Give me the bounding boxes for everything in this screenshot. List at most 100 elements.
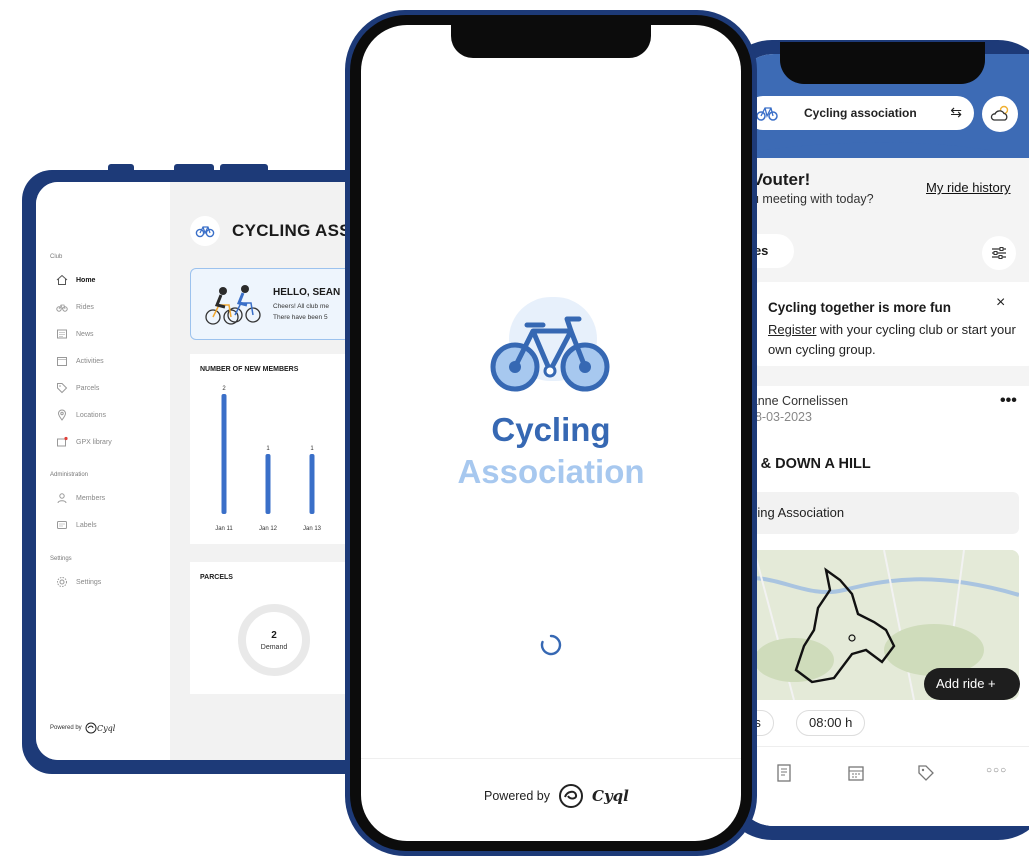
bike-icon xyxy=(195,226,215,238)
more-tab-icon[interactable]: ○○○ xyxy=(986,765,1007,776)
greeting-subtitle: u meeting with today? xyxy=(752,192,874,206)
tag-icon xyxy=(57,383,68,394)
close-icon[interactable]: × xyxy=(996,294,1005,312)
cyql-brand: Cyql xyxy=(592,787,629,805)
cyclists-illustration xyxy=(205,285,261,325)
chart-data-label: 2 xyxy=(222,386,226,392)
sidebar-section-club: Club xyxy=(50,254,63,260)
bottom-tab-bar: ○○○ xyxy=(734,746,1029,826)
gear-icon xyxy=(57,577,67,587)
admin-screen: Club Home Rides News Activities Parcels xyxy=(36,182,376,760)
splash-screen: Cycling Association Powered by Cyql xyxy=(361,25,741,841)
ride-title: L & DOWN A HILL xyxy=(748,456,871,472)
parcels-donut: 2 Demand xyxy=(238,604,310,676)
chart-data-label: 1 xyxy=(310,446,314,452)
sidebar-item-gpx-library[interactable]: GPX library xyxy=(56,436,112,448)
label-icon xyxy=(57,521,67,529)
powered-by: Powered by Cyql xyxy=(484,783,629,809)
sidebar-item-parcels[interactable]: Parcels xyxy=(56,382,99,394)
weather-icon xyxy=(990,105,1009,121)
news-tab-icon[interactable] xyxy=(774,763,794,783)
ride-card[interactable]: ianne Cornelissen 28-03-2023 ••• L & DOW… xyxy=(734,386,1029,766)
club-switcher[interactable]: Cycling association ⇆ xyxy=(746,96,974,130)
calendar-icon xyxy=(57,357,67,366)
chart-tick-label: Jan 11 xyxy=(215,526,233,532)
sidebar-item-label: Parcels xyxy=(76,384,100,392)
bike-logo-icon xyxy=(490,316,610,392)
svg-text:Cyql: Cyql xyxy=(97,724,115,733)
bike-icon xyxy=(56,304,68,312)
welcome-text-line: There have been 5 xyxy=(273,314,328,321)
user-icon xyxy=(57,493,67,504)
sidebar-item-label: GPX library xyxy=(76,438,112,446)
sidebar-item-label: Labels xyxy=(76,521,97,529)
sidebar-item-label: Rides xyxy=(76,303,94,311)
gpx-icon xyxy=(57,436,68,447)
chart-tick-label: Jan 12 xyxy=(259,526,278,532)
ride-club: cling Association xyxy=(734,492,1019,534)
ride-history-link[interactable]: My ride history xyxy=(926,180,1011,195)
promo-card: Cycling together is more fun Register wi… xyxy=(754,282,1029,366)
ride-date: 28-03-2023 xyxy=(748,410,812,424)
phone-notch xyxy=(780,42,985,84)
sidebar-item-home[interactable]: Home xyxy=(56,274,95,286)
sidebar-item-rides[interactable]: Rides xyxy=(56,301,94,313)
parcels-tab-icon[interactable] xyxy=(916,763,936,783)
welcome-text-line: Cheers! All club me xyxy=(273,303,329,310)
more-options-icon[interactable]: ••• xyxy=(1000,392,1017,410)
chart-tick-label: Jan 13 xyxy=(303,526,322,532)
cyql-logo-icon xyxy=(559,784,584,808)
swap-icon[interactable]: ⇆ xyxy=(950,104,962,121)
powered-by-label: Powered by xyxy=(484,789,551,803)
app-title-line2: Association xyxy=(457,453,645,490)
sidebar-item-labels[interactable]: Labels xyxy=(56,519,97,531)
promo-title: Cycling together is more fun xyxy=(768,300,952,315)
add-ride-button[interactable]: Add ride + xyxy=(924,668,1020,700)
sidebar-section-admin: Administration xyxy=(50,472,89,478)
sidebar-item-activities[interactable]: Activities xyxy=(56,355,104,367)
bike-icon xyxy=(756,107,778,121)
sidebar-item-label: News xyxy=(76,330,94,338)
welcome-title: HELLO, SEAN xyxy=(273,287,341,298)
splash-footer: Powered by Cyql xyxy=(361,758,741,841)
register-link[interactable]: Register xyxy=(768,322,816,337)
rider-name: ianne Cornelissen xyxy=(748,394,849,408)
chart-bar xyxy=(221,394,227,514)
home-icon xyxy=(56,274,68,285)
sidebar-section-settings: Settings xyxy=(50,556,72,562)
sidebar-item-label: Members xyxy=(76,494,106,502)
parcels-title: PARCELS xyxy=(200,574,233,581)
page-title: CYCLING ASS xyxy=(232,221,351,240)
app-title-line1: Cycling xyxy=(491,411,611,448)
chart-data-label: 1 xyxy=(266,446,270,452)
club-logo xyxy=(190,216,220,246)
sidebar-item-locations[interactable]: Locations xyxy=(56,409,106,421)
promo-body: Register with your cycling club or start… xyxy=(768,322,1016,357)
phone-notch xyxy=(451,24,651,58)
ride-tag: 08:00 h xyxy=(796,710,866,736)
sidebar-item-members[interactable]: Members xyxy=(56,492,105,504)
sidebar-powered-by: Powered by Cyql xyxy=(50,722,115,734)
parcels-label: Demand xyxy=(260,643,288,651)
parcels-value: 2 xyxy=(271,629,277,641)
admin-tablet-device: Club Home Rides News Activities Parcels xyxy=(22,164,382,774)
sidebar-item-label: Locations xyxy=(76,411,106,419)
feed-screen: Cycling association ⇆ Vouter! u meeting … xyxy=(734,54,1029,826)
newspaper-icon xyxy=(57,329,67,339)
sidebar-item-label: Settings xyxy=(76,578,102,586)
sidebar-item-settings[interactable]: Settings xyxy=(56,576,101,588)
sidebar-item-label: Activities xyxy=(76,357,104,365)
club-name: Cycling association xyxy=(804,106,917,120)
sidebar-item-label: Home xyxy=(76,276,96,284)
filter-button[interactable] xyxy=(982,236,1016,270)
sidebar-item-news[interactable]: News xyxy=(56,328,94,340)
sliders-icon xyxy=(992,247,1006,259)
weather-button[interactable] xyxy=(982,96,1018,132)
admin-sidebar: Club Home Rides News Activities Parcels xyxy=(36,182,170,760)
pin-icon xyxy=(57,409,67,421)
chart-bar xyxy=(309,454,315,514)
chart-bar xyxy=(265,454,271,514)
loading-spinner-icon xyxy=(540,634,562,656)
calendar-tab-icon[interactable] xyxy=(846,763,866,783)
cyql-logo-icon: Cyql xyxy=(85,722,115,734)
